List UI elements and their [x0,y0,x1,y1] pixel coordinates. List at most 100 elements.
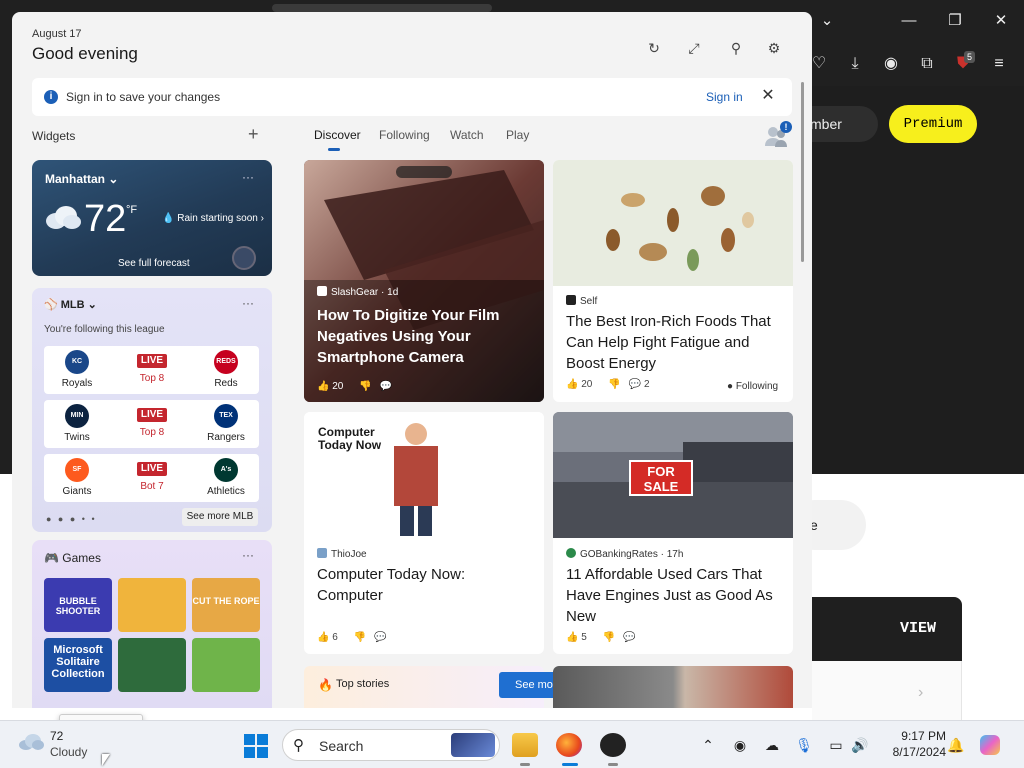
microphone-icon[interactable]: 🎙 [794,735,814,755]
more-options-icon[interactable]: ··· [242,170,254,184]
refresh-icon[interactable]: ↻ [642,36,666,60]
maximize-button[interactable]: ❐ [940,8,970,34]
notification-bell-icon[interactable]: 🔔 [946,735,966,755]
news-card[interactable]: SlashGear · 1d How To Digitize Your Film… [304,160,544,402]
widgets-label: Widgets [32,129,76,143]
reactions[interactable]: 👍 20 👎 💬 [317,381,400,392]
mlb-following-text: You're following this league [44,324,165,335]
more-options-icon[interactable]: ··· [242,296,254,310]
game-tile[interactable]: CUT THE ROPE [192,578,260,632]
menu-icon[interactable]: ≡ [986,52,1012,76]
news-source[interactable]: ThioJoe [317,548,367,560]
settings-icon[interactable]: ⚙ [762,36,786,60]
game-row[interactable]: KC Royals LIVE Top 8 REDS Reds [44,346,259,394]
taskbar-search[interactable]: ⚲ Search [282,729,500,761]
more-options-icon[interactable]: ··· [242,548,254,562]
taskbar: 72 Cloudy ⚲ Search ⌃ ◉ ☁ 🎙 ▭ 🔊 9:17 PM 8… [0,720,1024,768]
taskbar-temperature[interactable]: 72 [50,729,63,743]
news-card[interactable]: Computer Today Now ThioJoe Computer Toda… [304,412,544,654]
news-source[interactable]: SlashGear · 1d [317,286,398,298]
game-tile[interactable]: BUBBLE SHOOTER [44,578,112,632]
dislike-icon: 👎 [353,632,367,643]
games-widget[interactable]: 🎮 Games ··· BUBBLE SHOOTER CUT THE ROPE … [32,540,272,708]
tab-play[interactable]: Play [506,128,529,142]
inning-text: Top 8 [139,427,165,438]
team-logo: A's [214,458,238,482]
mlb-title[interactable]: ⚾ MLB ⌄ [44,298,97,311]
info-icon: i [44,90,58,104]
close-icon[interactable]: ✕ [758,85,778,105]
close-button[interactable]: ✕ [986,8,1016,34]
news-image[interactable] [553,666,793,708]
expand-icon[interactable]: ⤢ [682,36,706,60]
taskbar-condition[interactable]: Cloudy [50,745,87,759]
see-more-mlb-button[interactable]: See more MLB [182,508,258,526]
extensions-icon[interactable]: ⧉ [914,52,940,76]
game-row[interactable]: SF Giants LIVE Bot 7 A's Athletics [44,454,259,502]
obs-tray-icon[interactable]: ◉ [730,735,750,755]
cloud-icon[interactable] [18,733,44,751]
account-icon[interactable]: ◉ [878,52,904,76]
mlb-widget[interactable]: ⚾ MLB ⌄ ··· You're following this league… [32,288,272,532]
volume-icon[interactable]: 🔊 [850,735,870,755]
weather-alert[interactable]: 💧 Rain starting soon › [162,213,264,224]
tab-following[interactable]: Following [379,128,430,142]
windows-start-icon[interactable] [244,734,268,758]
reactions[interactable]: 👍 6 👎 💬 [317,632,395,643]
dislike-icon: 👎 [608,379,621,390]
clock-time[interactable]: 9:17 PM [896,729,946,743]
pin-icon[interactable]: ⚲ [724,36,748,60]
signin-link[interactable]: Sign in [706,90,743,104]
extension-badge: 5 [964,51,976,63]
copilot-icon[interactable] [980,735,1000,755]
game-tile[interactable] [118,578,186,632]
page-dots[interactable]: ● ● ● • • [46,514,97,524]
news-source[interactable]: Self [566,295,597,307]
tab-list-chevron-icon[interactable]: ⌄ [812,8,842,34]
firefox-icon[interactable] [556,733,582,757]
search-icon: ⚲ [293,737,304,754]
game-tile[interactable] [118,638,186,692]
carousel-pager[interactable] [396,166,452,178]
network-icon[interactable]: ▭ [826,735,846,755]
reactions[interactable]: 👍 5 👎 💬 [566,632,644,643]
team-name: Royals [61,378,93,389]
news-card[interactable]: Self The Best Iron-Rich Foods That Can H… [553,160,793,402]
clock-date[interactable]: 8/17/2024 [882,745,946,759]
news-headline[interactable]: How To Digitize Your Film Negatives Usin… [317,305,531,368]
view-button[interactable]: VIEW [812,597,962,661]
following-badge[interactable]: ● Following [727,381,778,392]
weather-widget[interactable]: Manhattan ⌄ ··· 72 °F 💧 Rain starting so… [32,160,272,276]
tab-indicator [328,148,340,151]
tab-watch[interactable]: Watch [450,128,484,142]
games-title: 🎮 Games [44,551,101,565]
game-row[interactable]: MIN Twins LIVE Top 8 TEX Rangers [44,400,259,448]
news-headline[interactable]: 11 Affordable Used Cars That Have Engine… [566,564,786,627]
game-tile[interactable]: Microsoft Solitaire Collection [44,638,112,692]
weather-city[interactable]: Manhattan ⌄ [45,172,118,186]
game-tile[interactable] [192,638,260,692]
app-indicator [608,763,618,766]
tab-discover[interactable]: Discover [314,128,361,142]
minimize-button[interactable]: — [894,8,924,34]
add-widget-icon[interactable]: + [248,124,259,145]
team-logo: REDS [214,350,238,374]
news-card[interactable]: FOR SALE GOBankingRates · 17h 11 Afforda… [553,412,793,654]
news-headline[interactable]: Computer Today Now: Computer [317,564,531,606]
reactions[interactable]: 👍 20 👎 💬 2 [566,379,666,390]
scrollbar[interactable] [801,82,804,262]
view-card-body [812,661,962,720]
news-headline[interactable]: The Best Iron-Rich Foods That Can Help F… [566,311,780,374]
chevron-up-icon[interactable]: ⌃ [698,735,718,755]
premium-button[interactable]: Premium [889,105,977,143]
forecast-link[interactable]: See full forecast [118,258,190,269]
news-source[interactable]: GOBankingRates · 17h [566,548,683,560]
browser-tab[interactable] [272,4,492,12]
obs-icon[interactable] [600,733,626,757]
chevron-right-icon[interactable]: › [918,684,923,702]
file-explorer-icon[interactable] [512,733,538,757]
download-icon[interactable]: ⤓ [842,52,868,76]
cloud-sync-icon[interactable]: ☁ [762,735,782,755]
comment-icon: 💬 [379,381,393,392]
top-stories-label: Top stories [336,678,390,690]
